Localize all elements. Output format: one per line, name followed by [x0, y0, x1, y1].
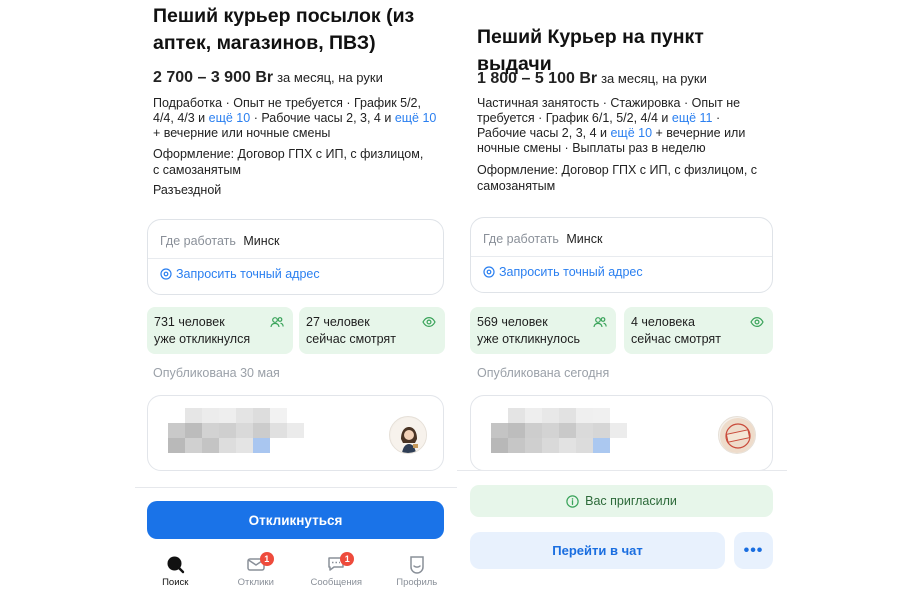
work-location: Где работать Минск [160, 234, 279, 248]
salary: 1 800 – 5 100 Br за месяц, на руки [477, 70, 707, 88]
salary-suffix: за месяц, на руки [277, 70, 383, 85]
nav-profile[interactable]: Профиль [382, 552, 452, 600]
work-location-label: Где работать [160, 234, 236, 248]
eye-icon [750, 316, 764, 328]
responses-caption: уже откликнулся [154, 332, 251, 346]
nav-profile-label: Профиль [396, 577, 438, 588]
more-hours-link[interactable]: ещё 10 [395, 111, 437, 125]
work-location-city: Минск [566, 232, 603, 246]
search-icon [167, 556, 185, 574]
request-address-label: Запросить точный адрес [499, 265, 643, 279]
job-stamp-icon [720, 418, 755, 453]
salary-suffix: за месяц, на руки [601, 71, 707, 86]
published-date: Опубликована 30 мая [153, 366, 280, 380]
responses-caption: уже откликнулось [477, 332, 580, 346]
eye-icon [422, 316, 436, 328]
respond-button[interactable]: Откликнуться [147, 501, 444, 539]
nav-messages-label: Сообщения [310, 577, 363, 588]
info-circle-icon [566, 494, 579, 508]
responses-stat: 569 человек уже откликнулось [470, 307, 616, 354]
work-location-label: Где работать [483, 232, 559, 246]
more-hours-link[interactable]: ещё 10 [610, 126, 652, 140]
more-schedules-link[interactable]: ещё 10 [209, 111, 251, 125]
vacancy-screen-left: Пеший курьер посылок (из аптек, магазино… [135, 0, 457, 600]
people-icon [593, 317, 607, 328]
nav-responses[interactable]: 1 Отклики [221, 552, 291, 600]
employer-avatar [389, 416, 427, 454]
responses-badge: 1 [259, 552, 274, 566]
invitation-banner: Вас пригласили [470, 485, 773, 517]
job-tags: Подработка · Опыт не требуется · График … [153, 96, 445, 141]
responses-stat: 731 человек уже откликнулся [147, 307, 293, 354]
employer-avatar [718, 416, 756, 454]
tags-text: · Рабочие часы 2, 3, 4 и [250, 111, 395, 125]
employment-type: Оформление: Договор ГПХ с ИП, с физлицом… [477, 163, 758, 193]
request-address-link[interactable]: Запросить точный адрес [483, 265, 643, 279]
vacancy-title: Пеший курьер посылок (из аптек, магазино… [153, 5, 415, 54]
people-icon [270, 317, 284, 328]
more-options-button[interactable]: ••• [734, 532, 773, 569]
employer-card[interactable] [147, 395, 444, 471]
work-location-city: Минск [243, 234, 280, 248]
request-address-label: Запросить точный адрес [176, 267, 320, 281]
vacancy-screen-right: Пеший Курьер на пункт выдачи 1 800 – 5 1… [457, 0, 787, 600]
nav-search[interactable]: Поиск [140, 552, 210, 600]
nav-messages[interactable]: 1 Сообщения [301, 552, 371, 600]
job-tags: Частичная занятость · Стажировка · Опыт … [477, 96, 757, 156]
address-card: Где работать Минск Запросить точный адре… [147, 219, 444, 295]
bottom-navigation: Поиск 1 Отклики 1 Сообщения Профиль [135, 552, 457, 600]
courier-girl-icon [391, 418, 426, 453]
more-schedules-link[interactable]: ещё 11 [672, 111, 713, 125]
location-pin-icon [483, 266, 495, 278]
published-date: Опубликована сегодня [477, 366, 610, 380]
profile-icon [410, 556, 424, 574]
address-card: Где работать Минск Запросить точный адре… [470, 217, 773, 293]
viewers-caption: сейчас смотрят [631, 332, 721, 346]
viewers-stat: 4 человека сейчас смотрят [624, 307, 773, 354]
employment-type: Оформление: Договор ГПХ с ИП, с физлицом… [153, 147, 424, 177]
tags-text: + вечерние или ночные смены [153, 126, 331, 140]
divider [457, 470, 787, 471]
viewers-caption: сейчас смотрят [306, 332, 396, 346]
divider [471, 256, 772, 257]
employer-card[interactable] [470, 395, 773, 471]
work-location: Где работать Минск [483, 232, 602, 246]
location-pin-icon [160, 268, 172, 280]
go-to-chat-button[interactable]: Перейти в чат [470, 532, 725, 569]
viewers-stat: 27 человек сейчас смотрят [299, 307, 445, 354]
salary-amount: 2 700 – 3 900 Br [153, 69, 274, 86]
nav-search-label: Поиск [162, 577, 189, 588]
divider [148, 258, 443, 259]
salary: 2 700 – 3 900 Br за месяц, на руки [153, 69, 383, 87]
nav-responses-label: Отклики [237, 577, 274, 588]
invitation-text: Вас пригласили [585, 494, 677, 508]
request-address-link[interactable]: Запросить точный адрес [160, 267, 320, 281]
salary-amount: 1 800 – 5 100 Br [477, 70, 598, 87]
employer-name-blurred [168, 408, 304, 453]
travel-type: Разъездной [153, 183, 222, 197]
employer-name-blurred [491, 408, 627, 453]
divider [135, 487, 457, 488]
messages-badge: 1 [340, 552, 355, 566]
